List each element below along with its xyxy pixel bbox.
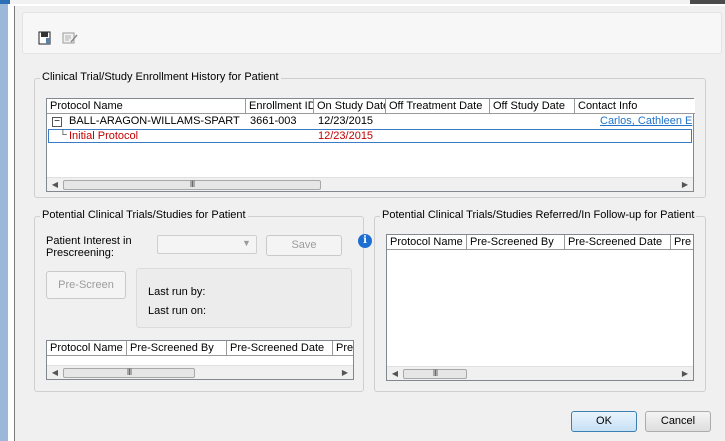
row-on-study-date: 12/23/2015 bbox=[318, 130, 374, 142]
column-header-off-study-date[interactable]: Off Study Date bbox=[490, 99, 575, 114]
row-on-study-date: 12/23/2015 bbox=[318, 115, 374, 127]
column-header-contact-info[interactable]: Contact Info bbox=[575, 99, 695, 114]
row-protocol-name: Initial Protocol bbox=[69, 130, 139, 142]
horizontal-scrollbar[interactable]: ◀ III ▶ bbox=[47, 177, 693, 191]
tree-connector: └ bbox=[59, 129, 67, 141]
background-window-edge bbox=[0, 0, 8, 441]
horizontal-scrollbar[interactable]: ◀ III ▶ bbox=[387, 366, 693, 380]
column-header-on-study-date[interactable]: On Study Date bbox=[314, 99, 386, 114]
ok-button[interactable]: OK bbox=[571, 411, 637, 432]
chevron-down-icon: ▼ bbox=[242, 238, 251, 248]
enrollment-history-table[interactable]: Protocol Name Enrollment ID On Study Dat… bbox=[46, 98, 695, 192]
column-header-enrollment-id[interactable]: Enrollment ID bbox=[246, 99, 314, 114]
info-icon[interactable]: i bbox=[358, 234, 372, 248]
last-run-on-label: Last run on: bbox=[148, 305, 207, 317]
scroll-left-icon[interactable]: ◀ bbox=[49, 179, 61, 191]
column-header-pre-screened-by[interactable]: Pre-Screened By bbox=[127, 341, 227, 356]
referred-trials-title: Potential Clinical Trials/Studies Referr… bbox=[380, 209, 697, 221]
column-header-off-treatment-date[interactable]: Off Treatment Date bbox=[386, 99, 490, 114]
background-window-accent bbox=[0, 0, 10, 4]
potential-trials-table[interactable]: Protocol Name Pre-Screened By Pre-Screen… bbox=[46, 340, 354, 380]
title-bar-strip bbox=[0, 0, 725, 4]
patient-interest-dropdown[interactable]: ▼ bbox=[157, 235, 257, 254]
horizontal-scrollbar[interactable]: ◀ III ▶ bbox=[47, 365, 353, 379]
scroll-thumb[interactable]: III bbox=[403, 369, 467, 379]
close-area[interactable] bbox=[690, 0, 725, 4]
column-header-protocol-name[interactable]: Protocol Name bbox=[47, 99, 246, 114]
enrollment-history-title: Clinical Trial/Study Enrollment History … bbox=[40, 71, 281, 83]
column-header-pre-screened-date[interactable]: Pre-Screened Date bbox=[565, 235, 671, 250]
column-header-pre[interactable]: Pre bbox=[671, 235, 693, 250]
column-header-protocol-name[interactable]: Protocol Name bbox=[387, 235, 467, 250]
row-enrollment-id: 3661-003 bbox=[250, 115, 297, 127]
cancel-button[interactable]: Cancel bbox=[645, 411, 711, 432]
row-protocol-name: BALL-ARAGON-WILLAMS-SPART bbox=[69, 115, 240, 127]
column-header-pre-screened-by[interactable]: Pre-Screened By bbox=[467, 235, 565, 250]
column-header-pre-screened-date[interactable]: Pre-Screened Date bbox=[227, 341, 333, 356]
save-icon[interactable] bbox=[38, 31, 52, 45]
referred-trials-table[interactable]: Protocol Name Pre-Screened By Pre-Screen… bbox=[386, 234, 694, 381]
edit-icon[interactable] bbox=[62, 31, 78, 45]
prescreen-button[interactable]: Pre-Screen bbox=[46, 271, 126, 299]
last-run-by-label: Last run by: bbox=[148, 286, 206, 298]
scroll-thumb[interactable]: III bbox=[63, 368, 195, 378]
scroll-right-icon[interactable]: ▶ bbox=[679, 368, 691, 380]
scroll-left-icon[interactable]: ◀ bbox=[389, 368, 401, 380]
scroll-right-icon[interactable]: ▶ bbox=[679, 179, 691, 191]
last-run-panel bbox=[136, 268, 352, 328]
collapse-icon[interactable]: − bbox=[52, 117, 62, 127]
potential-trials-title: Potential Clinical Trials/Studies for Pa… bbox=[40, 209, 248, 221]
save-button[interactable]: Save bbox=[266, 235, 342, 256]
scroll-thumb[interactable]: III bbox=[63, 180, 321, 190]
patient-interest-label: Patient Interest in Prescreening: bbox=[46, 235, 132, 259]
contact-info-link[interactable]: Carlos, Cathleen E bbox=[600, 115, 694, 128]
column-header-pre[interactable]: Pre bbox=[333, 341, 353, 356]
column-header-protocol-name[interactable]: Protocol Name bbox=[47, 341, 127, 356]
toolbar bbox=[22, 12, 722, 54]
scroll-right-icon[interactable]: ▶ bbox=[339, 367, 351, 379]
scroll-left-icon[interactable]: ◀ bbox=[49, 367, 61, 379]
